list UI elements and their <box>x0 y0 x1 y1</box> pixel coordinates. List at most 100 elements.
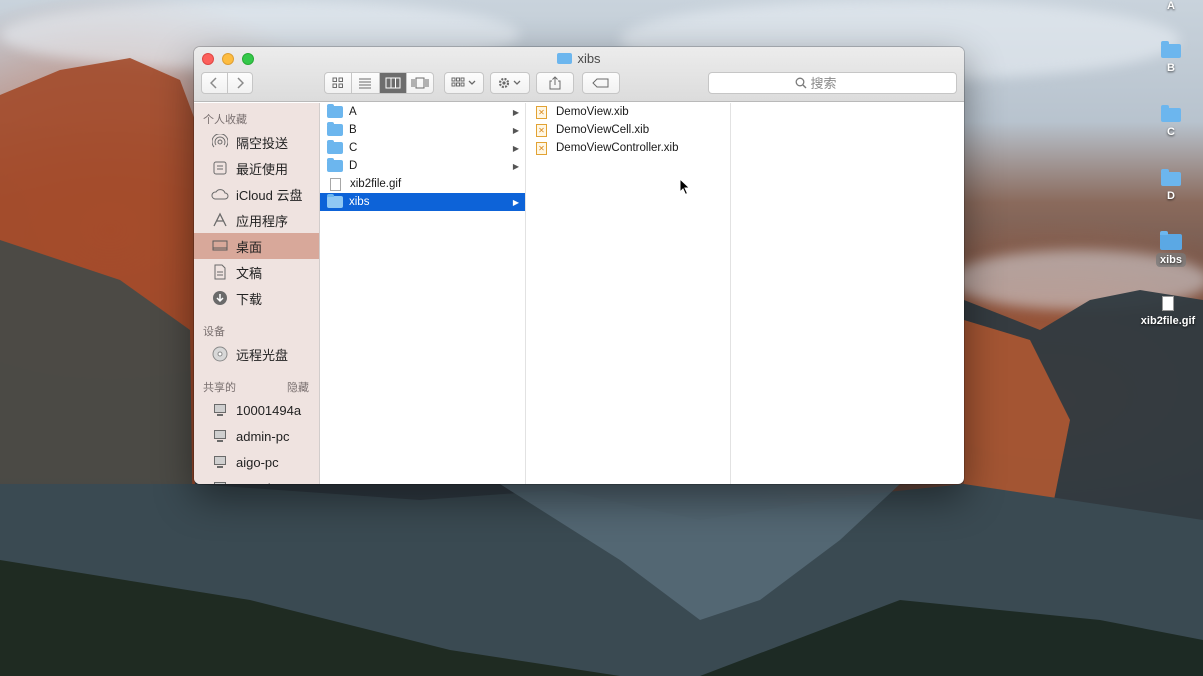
computer-icon <box>211 479 229 484</box>
desktop-item-d[interactable]: D <box>1139 169 1203 202</box>
sidebar-item-shared-admin-pc[interactable]: admin-pc <box>194 423 319 449</box>
sidebar-item-label: coco-hp <box>236 481 282 485</box>
airdrop-icon <box>211 133 229 151</box>
column-row-folder-xibs[interactable]: xibs ▶ <box>320 193 525 211</box>
browser-column-2: ✕ DemoView.xib ✕ DemoViewCell.xib ✕ Demo… <box>526 103 731 484</box>
desktop-item-a[interactable]: A <box>1139 0 1203 12</box>
row-label: DemoViewController.xib <box>556 142 679 154</box>
sidebar-item-label: 远程光盘 <box>236 347 289 363</box>
share-button[interactable] <box>536 72 574 94</box>
folder-icon <box>327 140 343 154</box>
list-view-button[interactable] <box>351 73 378 93</box>
xib-file-icon: ✕ <box>536 123 547 137</box>
gif-file-icon <box>1162 296 1174 311</box>
row-label: B <box>349 124 357 136</box>
row-label: A <box>349 106 357 118</box>
sidebar-item-label: 文稿 <box>236 265 263 281</box>
desktop-item-label: D <box>1167 190 1175 202</box>
column-row-xib[interactable]: ✕ DemoView.xib <box>526 103 730 121</box>
search-icon <box>795 77 806 89</box>
chevron-left-icon <box>210 77 217 89</box>
sidebar-item-downloads[interactable]: 下载 <box>194 285 319 311</box>
desktop-item-label: B <box>1167 62 1175 74</box>
finder-window: xibs 搜索 个人收藏 隔空投送 最近使用 iCloud 云盘 应用程序 桌面… <box>194 47 964 484</box>
sidebar-item-icloud[interactable]: iCloud 云盘 <box>194 181 319 207</box>
row-label: DemoViewCell.xib <box>556 124 650 136</box>
sidebar-item-desktop[interactable]: 桌面 <box>194 233 319 259</box>
shared-hide-link[interactable]: 隐藏 <box>287 379 309 395</box>
back-button[interactable] <box>202 73 227 93</box>
sidebar-item-shared-10001494a[interactable]: 10001494a <box>194 397 319 423</box>
sidebar-item-documents[interactable]: 文稿 <box>194 259 319 285</box>
sidebar-item-label: 下载 <box>236 291 263 307</box>
desktop-icon <box>211 237 229 255</box>
xib-file-icon: ✕ <box>536 141 547 155</box>
column-row-file-gif[interactable]: xib2file.gif <box>320 175 525 193</box>
sidebar-item-recents[interactable]: 最近使用 <box>194 155 319 181</box>
column-row-folder-b[interactable]: B ▶ <box>320 121 525 139</box>
action-button[interactable] <box>490 72 530 94</box>
gif-file-icon <box>330 177 341 191</box>
column-row-folder-a[interactable]: A ▶ <box>320 103 525 121</box>
favorites-header: 个人收藏 <box>203 114 247 126</box>
desktop-item-xibs[interactable]: xibs <box>1139 231 1203 267</box>
row-label: DemoView.xib <box>556 106 629 118</box>
disclosure-arrow-icon: ▶ <box>512 197 519 207</box>
download-icon <box>211 289 229 307</box>
sidebar-item-shared-coco-hp[interactable]: coco-hp <box>194 475 319 484</box>
desktop-item-gif[interactable]: xib2file.gif <box>1133 296 1203 327</box>
disclosure-arrow-icon: ▶ <box>512 143 519 153</box>
desktop-item-label: C <box>1167 126 1175 138</box>
desktop-item-label: xib2file.gif <box>1140 315 1196 327</box>
arrange-grid-icon <box>451 77 476 87</box>
column-view-button[interactable] <box>378 73 406 93</box>
row-label: C <box>349 142 358 154</box>
forward-button[interactable] <box>226 73 253 93</box>
coverflow-icon <box>411 77 429 89</box>
disclosure-arrow-icon: ▶ <box>512 107 519 117</box>
column-row-folder-d[interactable]: D ▶ <box>320 157 525 175</box>
folder-icon <box>1161 105 1181 122</box>
arrange-button[interactable] <box>444 72 484 94</box>
columns-icon <box>385 77 401 89</box>
tag-button[interactable] <box>582 72 620 94</box>
sidebar-item-shared-aigo-pc[interactable]: aigo-pc <box>194 449 319 475</box>
sidebar-item-label: aigo-pc <box>236 454 279 470</box>
coverflow-view-button[interactable] <box>405 73 433 93</box>
sidebar-item-applications[interactable]: 应用程序 <box>194 207 319 233</box>
desktop-item-c[interactable]: C <box>1139 105 1203 138</box>
recents-icon <box>211 159 229 177</box>
sidebar-item-label: 10001494a <box>236 402 302 418</box>
sidebar-section-header: 设备 <box>194 311 319 341</box>
column-row-folder-c[interactable]: C ▶ <box>320 139 525 157</box>
folder-icon <box>327 158 343 172</box>
disclosure-arrow-icon: ▶ <box>512 161 519 171</box>
sidebar-section-header: 共享的 隐藏 <box>194 367 319 397</box>
window-title-text: xibs <box>577 51 601 66</box>
search-field[interactable] <box>708 72 957 94</box>
computer-icon <box>211 453 229 471</box>
computer-icon <box>211 401 229 419</box>
row-label: xib2file.gif <box>350 178 402 190</box>
icon-view-button[interactable] <box>325 73 351 93</box>
column-row-xib[interactable]: ✕ DemoViewController.xib <box>526 139 730 157</box>
titlebar: xibs <box>194 47 964 102</box>
xib-file-icon: ✕ <box>536 105 547 119</box>
folder-icon <box>327 194 343 208</box>
cloud-icon <box>211 185 229 203</box>
gear-icon <box>498 77 521 89</box>
devices-header: 设备 <box>203 326 225 338</box>
disc-icon <box>211 345 229 363</box>
desktop-item-label: A <box>1167 0 1175 12</box>
row-label: xibs <box>349 196 370 208</box>
sidebar-item-remote-disc[interactable]: 远程光盘 <box>194 341 319 367</box>
sidebar-section-header: 个人收藏 <box>194 103 319 129</box>
desktop-item-b[interactable]: B <box>1139 41 1203 74</box>
view-mode-group <box>324 72 434 94</box>
column-row-xib[interactable]: ✕ DemoViewCell.xib <box>526 121 730 139</box>
search-input[interactable] <box>810 75 871 91</box>
mouse-cursor-icon <box>679 178 691 196</box>
share-icon <box>549 76 561 90</box>
sidebar-item-airdrop[interactable]: 隔空投送 <box>194 129 319 155</box>
sidebar-item-label: 隔空投送 <box>236 135 289 151</box>
